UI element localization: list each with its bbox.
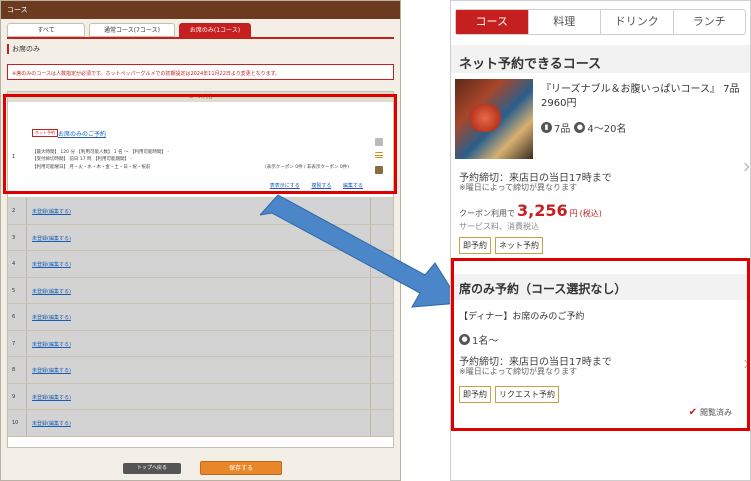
admin-title-bar: コース xyxy=(1,1,400,19)
unregistered-edit-link[interactable]: 未登録(編集する) xyxy=(32,208,71,215)
tag-instant: 即予約 xyxy=(459,237,491,254)
section-net-reservation: ネット予約できるコース xyxy=(451,45,750,73)
unregistered-edit-link[interactable]: 未登録(編集する) xyxy=(32,314,71,321)
column-divider xyxy=(26,357,27,383)
tab-food[interactable]: 料理 xyxy=(529,10,601,34)
row-number: 10 xyxy=(12,420,19,426)
course-title[interactable]: 『リーズナブル＆お腹いっぱいコース』 7品 2960円 xyxy=(541,83,750,111)
price-tax: (税込) xyxy=(579,209,602,218)
course-meta: ▮ 7品 ● 4〜20名 xyxy=(541,120,626,135)
row-number: 7 xyxy=(12,340,16,347)
unregistered-edit-link[interactable]: 未登録(編集する) xyxy=(32,420,71,427)
tab-all[interactable]: すべて xyxy=(7,23,85,37)
table-row: 9 未登録(編集する) xyxy=(8,383,393,410)
person-icon: ● xyxy=(574,122,586,133)
tab-lunch[interactable]: ランチ xyxy=(674,10,746,34)
admin-highlight-box xyxy=(3,94,397,194)
price-yen: 円 xyxy=(569,209,578,218)
column-divider xyxy=(26,198,27,224)
tab-regular-courses[interactable]: 通常コース(7コース) xyxy=(89,23,175,37)
course1-tags: 即予約 ネット予約 xyxy=(459,237,547,254)
column-divider xyxy=(370,383,371,409)
notice-banner: ※席のみのコースは人数指定が必須です。ホットペッパーグルメでの初期設定は2024… xyxy=(7,64,394,80)
deadline-note: ※曜日によって締切が異なります xyxy=(459,183,578,192)
unregistered-edit-link[interactable]: 未登録(編集する) xyxy=(32,261,71,268)
column-divider xyxy=(26,251,27,277)
unregistered-edit-link[interactable]: 未登録(編集する) xyxy=(32,341,71,348)
chevron-right-icon[interactable] xyxy=(740,162,750,172)
tag-net-reservation: ネット予約 xyxy=(495,237,543,254)
unregistered-edit-link[interactable]: 未登録(編集する) xyxy=(32,288,71,295)
column-divider xyxy=(26,277,27,303)
row-number: 8 xyxy=(12,367,16,373)
tab-course[interactable]: コース xyxy=(456,10,529,34)
coupon-price: クーポン利用で 3,256 円 (税込) xyxy=(459,201,602,220)
row-number: 9 xyxy=(12,393,16,400)
unregistered-edit-link[interactable]: 未登録(編集する) xyxy=(32,367,71,374)
tab-drink[interactable]: ドリンク xyxy=(601,10,674,34)
back-to-top-button[interactable]: トップへ戻る xyxy=(123,463,181,474)
table-row: 10 未登録(編集する) xyxy=(8,410,393,437)
tab-underline xyxy=(7,37,394,39)
row-number: 3 xyxy=(12,234,16,241)
row-number: 4 xyxy=(12,261,16,267)
row-number: 5 xyxy=(12,287,16,294)
column-divider xyxy=(26,330,27,356)
section-title: お席のみ xyxy=(7,44,40,54)
column-divider xyxy=(26,224,27,250)
column-divider xyxy=(370,410,371,436)
unregistered-edit-link[interactable]: 未登録(編集する) xyxy=(32,235,71,242)
column-divider xyxy=(26,304,27,330)
save-button[interactable]: 保存する xyxy=(200,461,282,475)
dishes-icon: ▮ xyxy=(541,122,552,133)
column-divider xyxy=(370,357,371,383)
mobile-tabs: コース 料理 ドリンク ランチ xyxy=(455,9,746,35)
admin-tabs: すべて 通常コース(7コース) お席のみ(1コース) xyxy=(7,23,394,37)
course-people: 4〜20名 xyxy=(587,124,627,135)
coupon-label: クーポン利用で xyxy=(459,209,515,218)
course-items: 7品 xyxy=(554,124,571,135)
service-note: サービス料、消費税込 xyxy=(459,222,539,231)
course-photo[interactable] xyxy=(455,79,533,159)
column-divider xyxy=(26,383,27,409)
row-number: 2 xyxy=(12,208,16,214)
table-row: 8 未登録(編集する) xyxy=(8,357,393,384)
row-number: 6 xyxy=(12,314,16,320)
column-divider xyxy=(370,330,371,356)
table-row: 7 未登録(編集する) xyxy=(8,330,393,357)
price-value: 3,256 xyxy=(517,201,568,220)
mobile-highlight-box xyxy=(451,258,750,431)
tab-seat-only[interactable]: お席のみ(1コース) xyxy=(179,23,251,37)
unregistered-edit-link[interactable]: 未登録(編集する) xyxy=(32,394,71,401)
column-divider xyxy=(26,410,27,436)
arrow-icon xyxy=(260,194,460,308)
